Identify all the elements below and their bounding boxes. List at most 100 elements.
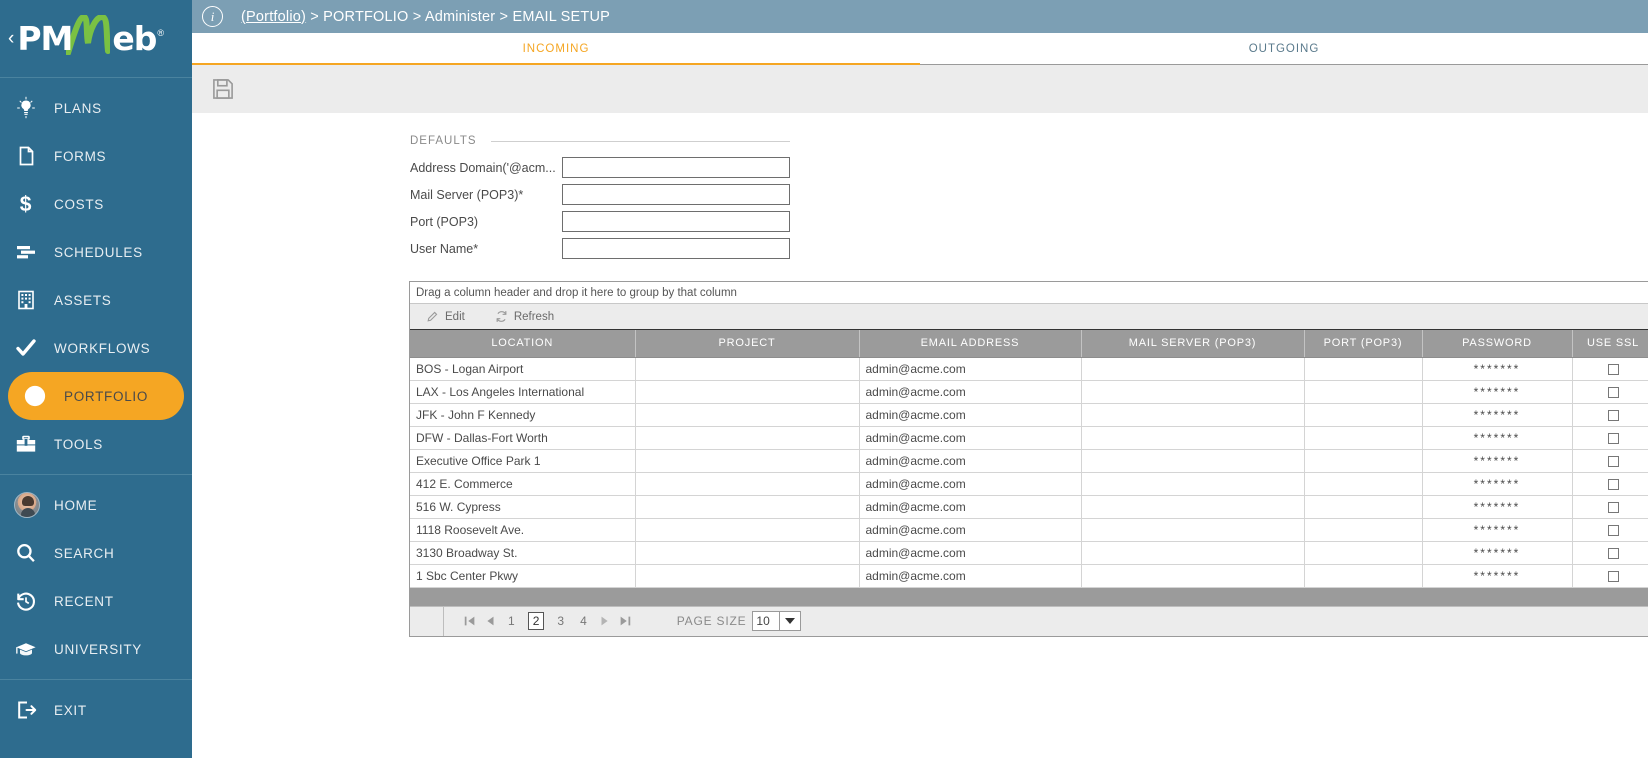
tab-incoming[interactable]: INCOMING: [192, 33, 920, 64]
page-size-select[interactable]: 10: [752, 611, 801, 631]
prev-page-button[interactable]: [483, 614, 497, 628]
grid-horizontal-scrollbar[interactable]: [410, 588, 1648, 606]
table-row[interactable]: 1118 Roosevelt Ave.admin@acme.com*******: [410, 518, 1648, 541]
field-address-domain: Address Domain('@acm...: [410, 157, 1648, 178]
use-ssl-checkbox[interactable]: [1608, 387, 1619, 398]
page-1-button[interactable]: 1: [505, 613, 518, 629]
use-ssl-checkbox[interactable]: [1608, 548, 1619, 559]
sidebar-item-tools[interactable]: TOOLS: [0, 420, 192, 468]
cell-password: *******: [1422, 449, 1572, 472]
cell-mail-server: [1081, 449, 1304, 472]
sidebar-item-label: WORKFLOWS: [54, 341, 150, 356]
col-email[interactable]: EMAIL ADDRESS: [859, 330, 1081, 357]
logo-text-pm: PM: [17, 19, 72, 58]
use-ssl-checkbox[interactable]: [1608, 571, 1619, 582]
cell-use-ssl[interactable]: [1572, 380, 1648, 403]
use-ssl-checkbox[interactable]: [1608, 456, 1619, 467]
field-label: Mail Server (POP3)*: [410, 188, 562, 202]
cell-port: [1304, 426, 1422, 449]
cell-use-ssl[interactable]: [1572, 357, 1648, 380]
use-ssl-checkbox[interactable]: [1608, 410, 1619, 421]
cell-use-ssl[interactable]: [1572, 403, 1648, 426]
page-3-button[interactable]: 3: [554, 613, 567, 629]
sidebar-item-plans[interactable]: PLANS: [0, 84, 192, 132]
breadcrumb-link-portfolio[interactable]: (Portfolio): [241, 9, 306, 25]
use-ssl-checkbox[interactable]: [1608, 502, 1619, 513]
save-icon[interactable]: [210, 76, 236, 102]
table-row[interactable]: 412 E. Commerceadmin@acme.com*******: [410, 472, 1648, 495]
cell-use-ssl[interactable]: [1572, 426, 1648, 449]
sidebar-item-costs[interactable]: $ COSTS: [0, 180, 192, 228]
sidebar-item-recent[interactable]: RECENT: [0, 577, 192, 625]
use-ssl-checkbox[interactable]: [1608, 525, 1619, 536]
cell-mail-server: [1081, 518, 1304, 541]
sidebar-item-workflows[interactable]: WORKFLOWS: [0, 324, 192, 372]
sidebar-item-forms[interactable]: FORMS: [0, 132, 192, 180]
table-row[interactable]: LAX - Los Angeles Internationaladmin@acm…: [410, 380, 1648, 403]
group-drop-area[interactable]: Drag a column header and drop it here to…: [410, 282, 1648, 304]
sidebar-item-university[interactable]: UNIVERSITY: [0, 625, 192, 673]
table-row[interactable]: JFK - John F Kennedyadmin@acme.com******…: [410, 403, 1648, 426]
field-label: Port (POP3): [410, 215, 562, 229]
cell-use-ssl[interactable]: [1572, 495, 1648, 518]
table-row[interactable]: BOS - Logan Airportadmin@acme.com*******: [410, 357, 1648, 380]
info-icon[interactable]: i: [202, 6, 223, 27]
edit-button[interactable]: Edit: [426, 310, 465, 323]
cell-location: 1 Sbc Center Pkwy: [410, 564, 635, 587]
use-ssl-checkbox[interactable]: [1608, 364, 1619, 375]
mail-server-input[interactable]: [562, 184, 790, 205]
logo-row[interactable]: ‹ PM eb ®: [0, 0, 192, 78]
table-row[interactable]: 516 W. Cypressadmin@acme.com*******: [410, 495, 1648, 518]
chevron-down-icon[interactable]: [780, 611, 801, 631]
cell-use-ssl[interactable]: [1572, 564, 1648, 587]
cell-password: *******: [1422, 564, 1572, 587]
cell-mail-server: [1081, 426, 1304, 449]
col-password[interactable]: PASSWORD: [1422, 330, 1572, 357]
col-mail-server[interactable]: MAIL SERVER (POP3): [1081, 330, 1304, 357]
sidebar-item-home[interactable]: HOME: [0, 481, 192, 529]
sidebar-item-label: ASSETS: [54, 293, 111, 308]
last-page-button[interactable]: [618, 614, 632, 628]
col-location[interactable]: LOCATION: [410, 330, 635, 357]
table-row[interactable]: 1 Sbc Center Pkwyadmin@acme.com*******: [410, 564, 1648, 587]
sidebar-item-label: PLANS: [54, 101, 102, 116]
tab-outgoing[interactable]: OUTGOING: [920, 33, 1648, 64]
app-root: ‹ PM eb ®: [0, 0, 1648, 758]
sidebar-item-assets[interactable]: ASSETS: [0, 276, 192, 324]
col-project[interactable]: PROJECT: [635, 330, 859, 357]
sidebar-item-exit[interactable]: EXIT: [0, 686, 192, 734]
sidebar-divider: [0, 474, 192, 475]
next-page-button[interactable]: [598, 614, 612, 628]
col-use-ssl[interactable]: USE SSL: [1572, 330, 1648, 357]
cell-port: [1304, 449, 1422, 472]
cell-use-ssl[interactable]: [1572, 449, 1648, 472]
cell-use-ssl[interactable]: [1572, 541, 1648, 564]
table-row[interactable]: 3130 Broadway St.admin@acme.com*******: [410, 541, 1648, 564]
cell-email: admin@acme.com: [859, 541, 1081, 564]
cell-email: admin@acme.com: [859, 426, 1081, 449]
address-domain-input[interactable]: [562, 157, 790, 178]
port-input[interactable]: [562, 211, 790, 232]
cell-use-ssl[interactable]: [1572, 518, 1648, 541]
collapse-sidebar-icon[interactable]: ‹: [8, 29, 14, 48]
use-ssl-checkbox[interactable]: [1608, 479, 1619, 490]
user-name-input[interactable]: [562, 238, 790, 259]
sidebar-item-schedules[interactable]: SCHEDULES: [0, 228, 192, 276]
table-row[interactable]: DFW - Dallas-Fort Worthadmin@acme.com***…: [410, 426, 1648, 449]
cell-use-ssl[interactable]: [1572, 472, 1648, 495]
refresh-button[interactable]: Refresh: [495, 310, 554, 323]
page-size-label: PAGE SIZE: [677, 614, 747, 628]
cell-email: admin@acme.com: [859, 495, 1081, 518]
page-2-button[interactable]: 2: [528, 612, 545, 630]
sidebar-item-portfolio[interactable]: PORTFOLIO: [8, 372, 184, 420]
use-ssl-checkbox[interactable]: [1608, 433, 1619, 444]
sidebar-item-label: FORMS: [54, 149, 106, 164]
first-page-button[interactable]: [463, 614, 477, 628]
cell-project: [635, 541, 859, 564]
page-size-value[interactable]: 10: [752, 611, 780, 631]
page-4-button[interactable]: 4: [577, 613, 590, 629]
cell-project: [635, 426, 859, 449]
table-row[interactable]: Executive Office Park 1admin@acme.com***…: [410, 449, 1648, 472]
sidebar-item-search[interactable]: SEARCH: [0, 529, 192, 577]
col-port[interactable]: PORT (POP3): [1304, 330, 1422, 357]
